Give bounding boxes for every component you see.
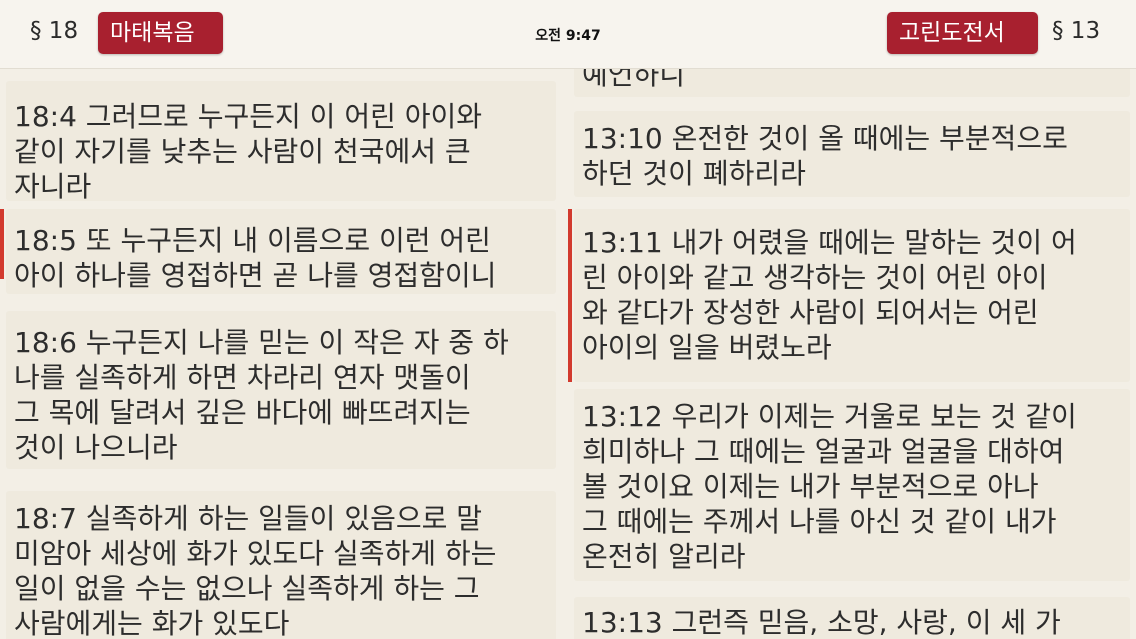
verse-13-11[interactable]: 13:11 내가 어렸을 때에는 말하는 것이 어 린 아이와 같고 생각하는 … xyxy=(574,209,1130,382)
verse-18-6[interactable]: 18:6 누구든지 나를 믿는 이 작은 자 중 하 나를 실족하게 하면 차라… xyxy=(6,311,556,469)
verse-18-5[interactable]: 18:5 또 누구든지 내 이름으로 이런 어린 아이 하나를 영접하면 곧 나… xyxy=(6,209,556,294)
verse-13-12[interactable]: 13:12 우리가 이제는 거울로 보는 것 같이 희미하나 그 때에는 얼굴과… xyxy=(574,389,1130,581)
right-section-number[interactable]: § 13 xyxy=(1052,18,1100,44)
verse-13-9-tail[interactable]: 예언하니 xyxy=(574,69,1130,97)
verse-13-13[interactable]: 13:13 그런즉 믿음, 소망, 사랑, 이 세 가 xyxy=(574,597,1130,639)
selected-verse-marker xyxy=(0,209,4,279)
right-verse-pane[interactable]: 예언하니 13:10 온전한 것이 올 때에는 부분적으로 하던 것이 폐하리라… xyxy=(568,69,1136,639)
verse-18-4[interactable]: 18:4 그러므로 누구든지 이 어린 아이와 같이 자기를 낮추는 사람이 천… xyxy=(6,81,556,203)
top-navigation-bar: § 18 마태복음 오전 9:47 고린도전서 § 13 xyxy=(0,0,1136,69)
selected-verse-marker xyxy=(568,209,572,382)
verse-13-10[interactable]: 13:10 온전한 것이 올 때에는 부분적으로 하던 것이 폐하리라 xyxy=(574,111,1130,197)
left-verse-pane[interactable]: 18:4 그러므로 누구든지 이 어린 아이와 같이 자기를 낮추는 사람이 천… xyxy=(0,69,562,639)
right-book-button[interactable]: 고린도전서 xyxy=(887,12,1038,54)
verse-18-7[interactable]: 18:7 실족하게 하는 일들이 있음으로 말 미암아 세상에 화가 있도다 실… xyxy=(6,491,556,639)
